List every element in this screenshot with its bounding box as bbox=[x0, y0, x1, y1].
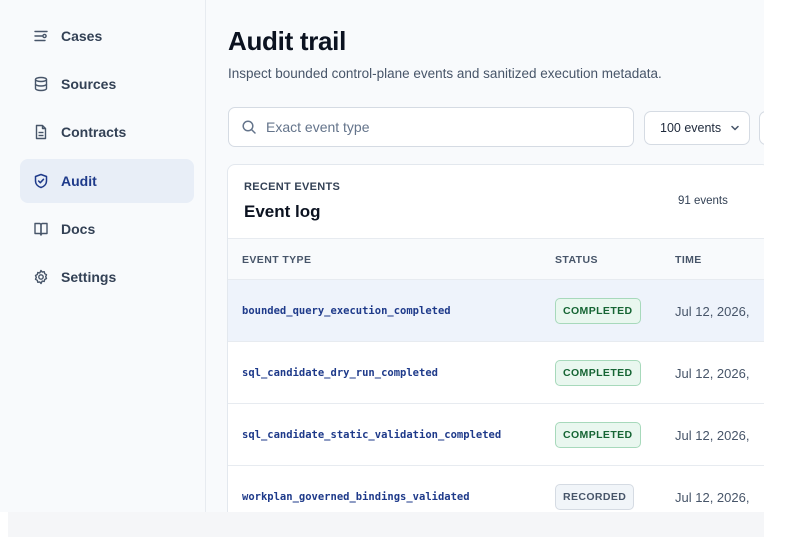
sidebar: Cases Sources Contracts Audit Docs Setti… bbox=[0, 0, 206, 512]
card-title: Event log bbox=[244, 202, 321, 221]
sidebar-item-contracts[interactable]: Contracts bbox=[20, 110, 194, 154]
table-row[interactable]: sql_candidate_static_validation_complete… bbox=[228, 404, 764, 466]
main-content: Audit trail Inspect bounded control-plan… bbox=[207, 0, 764, 512]
event-type-cell: sql_candidate_dry_run_completed bbox=[242, 367, 438, 379]
table-header: EVENT TYPE STATUS TIME bbox=[228, 238, 764, 280]
card-eyebrow: RECENT EVENTS bbox=[244, 181, 341, 193]
time-cell: Jul 12, 2026, bbox=[675, 304, 750, 319]
sidebar-item-label: Audit bbox=[61, 173, 97, 189]
sidebar-item-audit[interactable]: Audit bbox=[20, 159, 194, 203]
sidebar-item-settings[interactable]: Settings bbox=[20, 255, 194, 299]
table-row[interactable]: workplan_governed_bindings_validated REC… bbox=[228, 466, 764, 512]
time-cell: Jul 12, 2026, bbox=[675, 490, 750, 505]
gear-icon bbox=[32, 268, 50, 286]
search-icon bbox=[241, 119, 257, 135]
event-type-cell: workplan_governed_bindings_validated bbox=[242, 491, 470, 503]
sliders-icon bbox=[32, 27, 50, 45]
event-log-card: RECENT EVENTS Event log 91 events EVENT … bbox=[227, 164, 764, 512]
book-icon bbox=[32, 220, 50, 238]
event-count: 91 events bbox=[678, 195, 728, 207]
sidebar-item-cases[interactable]: Cases bbox=[20, 14, 194, 58]
sidebar-item-label: Settings bbox=[61, 269, 117, 285]
select-value: 100 events bbox=[660, 121, 722, 135]
column-header-event-type: EVENT TYPE bbox=[242, 254, 312, 266]
filter-action-button[interactable] bbox=[759, 111, 764, 145]
column-header-status: STATUS bbox=[555, 254, 598, 266]
time-cell: Jul 12, 2026, bbox=[675, 366, 750, 381]
status-badge: RECORDED bbox=[555, 484, 635, 510]
time-cell: Jul 12, 2026, bbox=[675, 428, 750, 443]
search-input[interactable] bbox=[266, 119, 606, 135]
database-icon bbox=[32, 75, 50, 93]
sidebar-item-sources[interactable]: Sources bbox=[20, 62, 194, 106]
sidebar-item-label: Cases bbox=[61, 28, 103, 44]
shield-check-icon bbox=[32, 172, 50, 190]
table-row[interactable]: sql_candidate_dry_run_completed COMPLETE… bbox=[228, 342, 764, 404]
sidebar-item-label: Sources bbox=[61, 76, 117, 92]
column-header-time: TIME bbox=[675, 254, 702, 266]
app-window: Cases Sources Contracts Audit Docs Setti… bbox=[0, 0, 764, 512]
event-type-cell: sql_candidate_static_validation_complete… bbox=[242, 429, 502, 441]
page-title: Audit trail bbox=[228, 26, 347, 56]
event-type-cell: bounded_query_execution_completed bbox=[242, 305, 451, 317]
bottom-strip bbox=[8, 512, 764, 537]
event-type-search[interactable] bbox=[228, 107, 634, 147]
status-badge: COMPLETED bbox=[555, 422, 641, 448]
sidebar-item-label: Contracts bbox=[61, 124, 127, 140]
status-badge: COMPLETED bbox=[555, 298, 641, 324]
sidebar-item-label: Docs bbox=[61, 221, 96, 237]
chevron-down-icon bbox=[729, 122, 741, 134]
event-limit-select[interactable]: 100 events bbox=[644, 111, 750, 145]
table-row[interactable]: bounded_query_execution_completed COMPLE… bbox=[228, 280, 764, 342]
status-badge: COMPLETED bbox=[555, 360, 641, 386]
sidebar-item-docs[interactable]: Docs bbox=[20, 207, 194, 251]
file-text-icon bbox=[32, 123, 50, 141]
page-subtitle: Inspect bounded control-plane events and… bbox=[228, 66, 662, 81]
